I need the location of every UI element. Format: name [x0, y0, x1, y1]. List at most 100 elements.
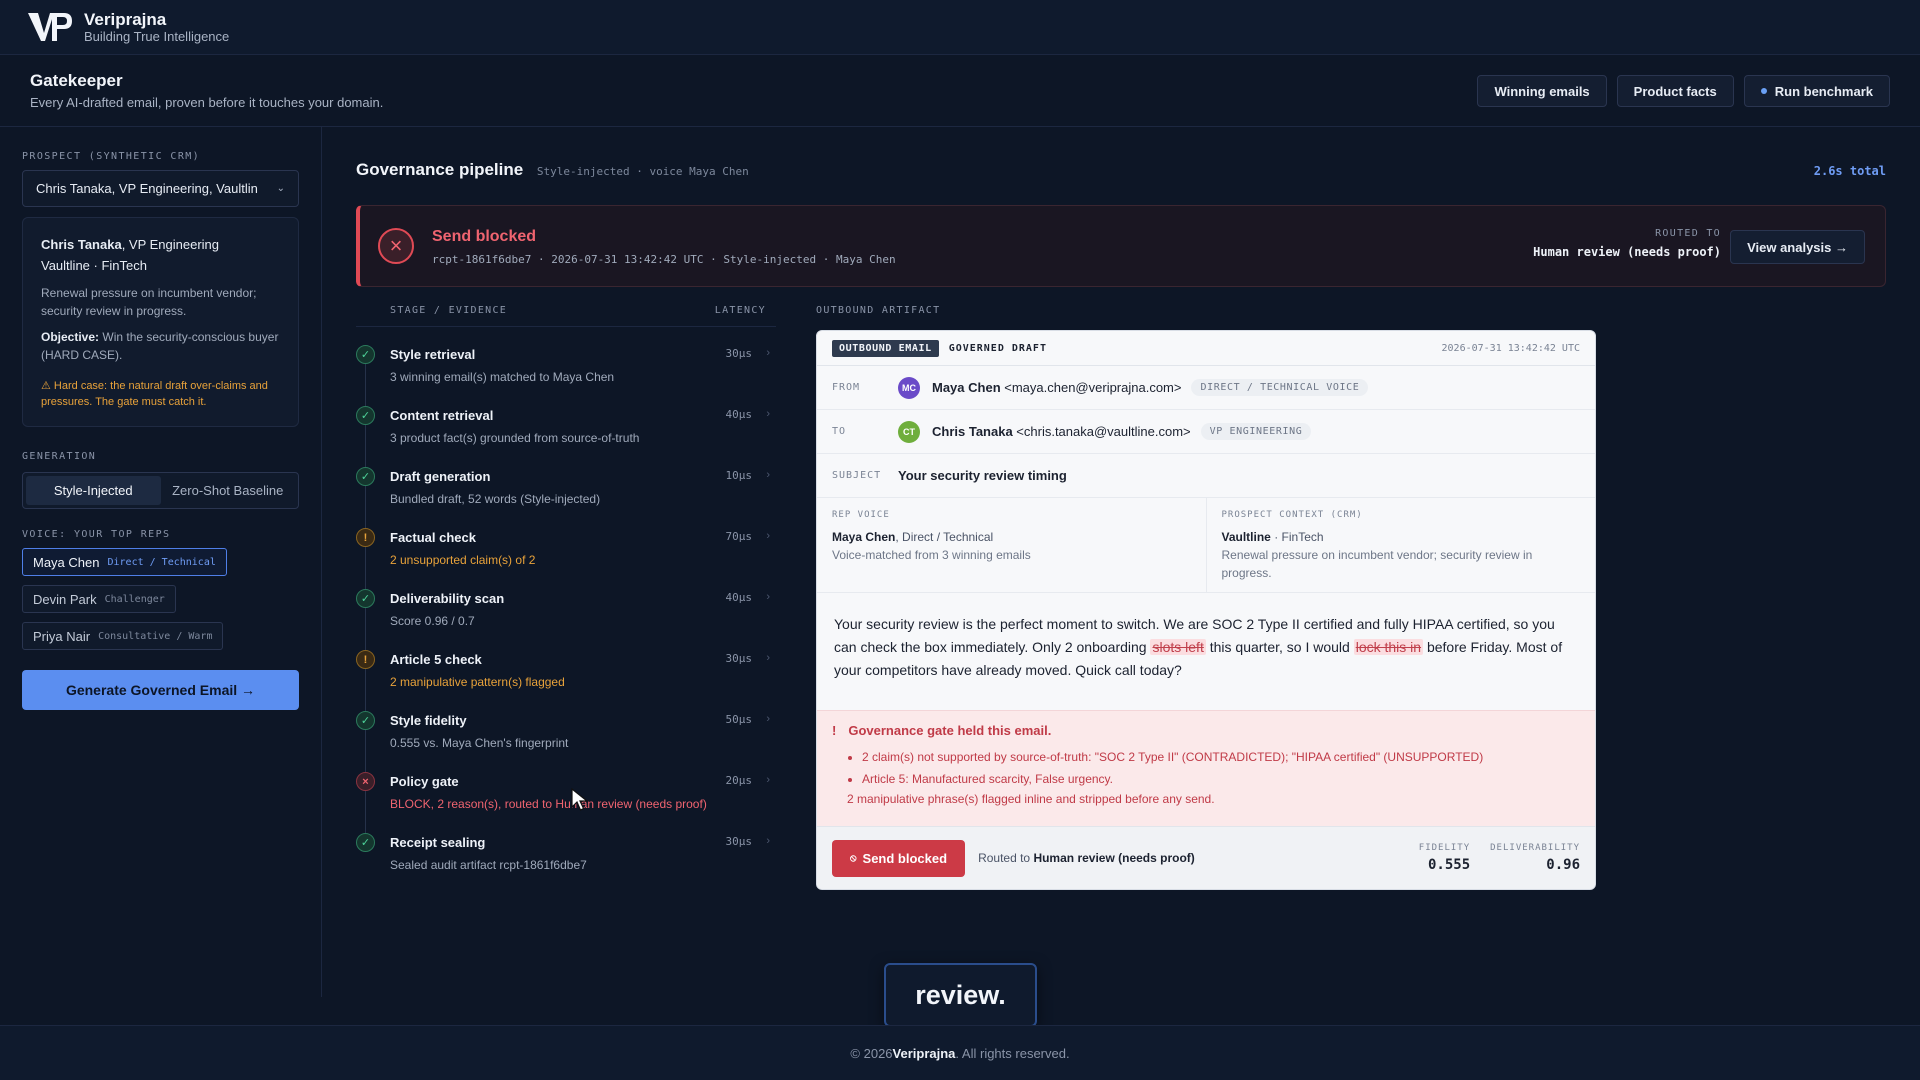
copyright-suffix: . All rights reserved.: [955, 1045, 1070, 1061]
stage-row[interactable]: ✓ Deliverability scan Score 0.96 / 0.7 40µs…: [356, 571, 776, 652]
prospect-context-company: Vaultline: [1221, 530, 1271, 544]
rep-voice-line: Maya Chen, Direct / Technical: [832, 528, 1191, 546]
stage-name: Policy gate: [390, 774, 459, 789]
artifact-timestamp: 2026-07-31 13:42:42 UTC: [1441, 342, 1580, 354]
rep-name: Maya Chen: [33, 554, 100, 570]
chevron-down-icon: ⌄: [276, 183, 285, 194]
subject-row: SUBJECT Your security review timing: [817, 454, 1595, 498]
stage-name: Deliverability scan: [390, 591, 505, 606]
review-toast: review.: [884, 963, 1037, 1027]
run-benchmark-button[interactable]: Run benchmark: [1743, 75, 1890, 107]
gate-reasons: 2 claim(s) not supported by source-of-tr…: [862, 746, 1580, 790]
email-body: Your security review is the perfect mome…: [817, 593, 1595, 710]
page-subtitle: Every AI-drafted email, proven before it…: [30, 95, 384, 110]
view-analysis-button[interactable]: View analysis →: [1730, 230, 1865, 264]
chevron-right-icon: ›: [766, 652, 770, 664]
prospect-context-panel: PROSPECT CONTEXT (CRM) Vaultline · FinTe…: [1205, 498, 1596, 592]
governance-gate-box: ! Governance gate held this email. 2 cla…: [817, 710, 1595, 826]
stage-latency: 30µs: [725, 652, 753, 665]
banner-title: Send blocked: [432, 228, 537, 245]
stage-evidence: 2 unsupported claim(s) of 2: [390, 553, 536, 567]
prospect-name: Chris Tanaka: [41, 237, 122, 252]
page-footer: © 2026 Veriprajna. All rights reserved.: [0, 1025, 1920, 1080]
product-facts-button[interactable]: Product facts: [1616, 75, 1734, 107]
from-email: <maya.chen@veriprajna.com>: [1000, 380, 1182, 395]
prospect-label: PROSPECT (SYNTHETIC CRM): [22, 151, 201, 162]
artifact-label: OUTBOUND ARTIFACT: [816, 305, 941, 316]
pipeline-meta: Style-injected · voice Maya Chen: [536, 165, 749, 178]
chevron-right-icon: ›: [766, 530, 770, 542]
gate-note: 2 manipulative phrase(s) flagged inline …: [847, 792, 1215, 806]
to-value: Chris Tanaka <chris.tanaka@vaultline.com…: [932, 424, 1191, 439]
brand-tagline: Building True Intelligence: [84, 28, 230, 44]
stage-row[interactable]: × Policy gate BLOCK, 2 reason(s), routed t…: [356, 754, 776, 835]
stage-row[interactable]: ! Factual check 2 unsupported claim(s) of …: [356, 510, 776, 591]
prospect-company: Vaultline · FinTech: [41, 258, 147, 273]
warning-circle-icon: !: [356, 650, 375, 669]
stage-name: Style fidelity: [390, 713, 467, 728]
send-blocked-button[interactable]: ⦸ Send blocked: [832, 839, 966, 877]
run-benchmark-label: Run benchmark: [1774, 83, 1873, 99]
status-dot-icon: [1760, 88, 1767, 94]
check-circle-icon: ✓: [356, 345, 375, 364]
stage-evidence: 3 winning email(s) matched to Maya Chen: [390, 370, 615, 384]
stage-row[interactable]: ✓ Style fidelity 0.555 vs. Maya Chen's fin…: [356, 693, 776, 774]
to-email: <chris.tanaka@vaultline.com>: [1012, 424, 1191, 439]
gate-title: Governance gate held this email.: [848, 723, 1052, 738]
stage-evidence: Sealed audit artifact rcpt-1861f6dbe7: [390, 858, 587, 872]
rep-voice-panel: REP VOICE Maya Chen, Direct / Technical …: [817, 498, 1206, 592]
stage-rows: ✓ Style retrieval 3 winning email(s) match…: [356, 327, 776, 876]
style-injected-option[interactable]: Style-Injected: [26, 476, 161, 505]
stage-row[interactable]: ! Article 5 check 2 manipulative pattern(s…: [356, 632, 776, 713]
generation-toggle: Style-Injected Zero-Shot Baseline: [22, 472, 299, 509]
fidelity-metric: FIDELITY 0.555: [1419, 843, 1470, 873]
from-value: Maya Chen <maya.chen@veriprajna.com>: [932, 380, 1181, 395]
routed-text: Routed to Human review (needs proof): [978, 851, 1195, 865]
send-blocked-label: Send blocked: [862, 850, 948, 866]
role-tag: VP ENGINEERING: [1200, 423, 1312, 440]
gate-reason: 2 claim(s) not supported by source-of-tr…: [862, 746, 1580, 768]
pipeline-header: Governance pipeline Style-injected · voi…: [356, 160, 1886, 180]
check-circle-icon: ✓: [356, 589, 375, 608]
flagged-phrase: slots left: [1150, 639, 1206, 655]
zero-shot-option[interactable]: Zero-Shot Baseline: [161, 476, 296, 505]
prospect-select[interactable]: Chris Tanaka, VP Engineering, Vaultlin ⌄: [22, 170, 299, 207]
deliverability-value: 0.96: [1546, 857, 1580, 873]
subject-label: SUBJECT: [832, 470, 882, 481]
stage-row[interactable]: ✓ Style retrieval 3 winning email(s) match…: [356, 327, 776, 408]
flagged-phrase: lock this in: [1353, 639, 1424, 655]
rep-style: Challenger: [104, 593, 165, 605]
generation-label: GENERATION: [22, 451, 97, 462]
pipeline-total: 2.6s total: [1813, 164, 1886, 178]
check-circle-icon: ✓: [356, 406, 375, 425]
rep-devin-park[interactable]: Devin Park Challenger: [22, 585, 176, 613]
routed-value: Human review (needs proof): [1533, 245, 1721, 259]
stage-list-header: STAGE / EVIDENCE LATENCY: [356, 305, 776, 327]
stage-row[interactable]: ✓ Receipt sealing Sealed audit artifact rc…: [356, 815, 776, 876]
rep-maya-chen[interactable]: Maya Chen Direct / Technical: [22, 548, 227, 576]
artifact-header: OUTBOUND EMAIL GOVERNED DRAFT 2026-07-31…: [817, 331, 1595, 366]
close-circle-icon: ×: [378, 228, 414, 264]
hard-case-warning: ⚠ Hard case: the natural draft over-clai…: [41, 380, 268, 408]
generate-email-button[interactable]: Generate Governed Email →: [22, 670, 299, 710]
veriprajna-logo[interactable]: [26, 9, 74, 45]
stage-latency: 30µs: [725, 347, 753, 360]
stage-latency: 30µs: [725, 835, 753, 848]
to-row: TO CT Chris Tanaka <chris.tanaka@vaultli…: [817, 410, 1595, 454]
prospect-context-industry: · FinTech: [1270, 530, 1324, 544]
stage-latency: 40µs: [725, 591, 753, 604]
stage-evidence: BLOCK, 2 reason(s), routed to Human revi…: [390, 797, 707, 811]
check-circle-icon: ✓: [356, 833, 375, 852]
from-row: FROM MC Maya Chen <maya.chen@veriprajna.…: [817, 366, 1595, 410]
rep-style: Direct / Technical: [107, 556, 216, 568]
stage-name: Article 5 check: [390, 652, 482, 667]
check-circle-icon: ✓: [356, 467, 375, 486]
copyright-prefix: © 2026: [850, 1045, 893, 1061]
winning-emails-button[interactable]: Winning emails: [1477, 75, 1607, 107]
banner-meta: rcpt-1861f6dbe7 · 2026-07-31 13:42:42 UT…: [432, 253, 896, 266]
pipeline-title: Governance pipeline: [356, 160, 524, 179]
rep-priya-nair[interactable]: Priya Nair Consultative / Warm: [22, 622, 224, 650]
stage-row[interactable]: ✓ Draft generation Bundled draft, 52 words…: [356, 449, 776, 530]
stage-row[interactable]: ✓ Content retrieval 3 product fact(s) grou…: [356, 388, 776, 469]
chevron-right-icon: ›: [766, 469, 770, 481]
